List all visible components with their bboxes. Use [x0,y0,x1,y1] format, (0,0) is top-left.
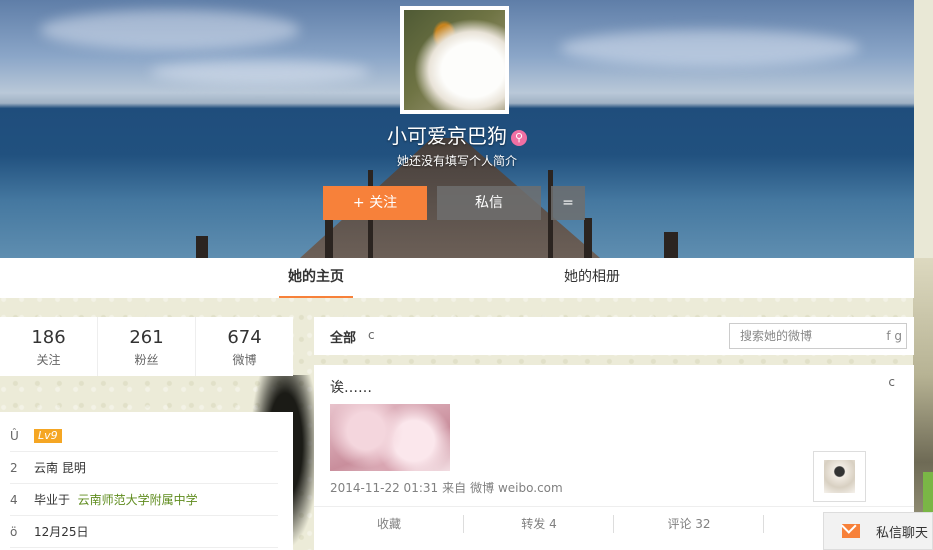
info-row-birthday: ö 12月25日 [10,516,278,548]
post-timestamp[interactable]: 2014-11-22 01:31 [330,481,438,495]
school-link[interactable]: 云南师范大学附属中学 [78,485,198,515]
post-source-prefix: 来自 [442,481,467,495]
filter-dropdown-icon[interactable]: c [368,328,375,342]
message-button[interactable]: 私信 [437,186,541,220]
side-tab[interactable] [923,472,933,512]
info-row-level: Û Lv9 [10,420,278,452]
repost-button[interactable]: 转发 4 [464,507,614,540]
filter-all[interactable]: 全部 [330,327,356,346]
education-prefix: 毕业于 [34,492,71,507]
favorite-button[interactable]: 收藏 [314,507,464,540]
cloud [560,30,860,66]
pier-post [325,218,333,258]
profile-info-card: Û Lv9 2 云南 昆明 4 毕业于 云南师范大学附属中学 ö 12月25日 [0,412,293,550]
follow-button[interactable]: + 关注 [323,186,427,220]
avatar[interactable] [400,6,509,114]
stat-value: 674 [227,327,262,348]
feed-filter-bar: 全部 c 搜索她的微博 f g [314,317,914,355]
birthday-icon: ö [10,524,18,539]
cloud [40,10,300,50]
location-text: 云南 昆明 [34,460,86,475]
avatar-image [404,10,505,110]
search-input[interactable]: 搜索她的微博 f g [729,323,907,349]
info-row-location: 2 云南 昆明 [10,452,278,484]
post-menu-icon[interactable]: c [888,375,895,389]
cloud [150,60,370,84]
stat-label: 微博 [232,353,257,367]
more-menu-button[interactable]: = [551,186,585,220]
location-icon: 2 [10,460,18,475]
post-source[interactable]: 微博 weibo.com [470,481,563,495]
info-row-education: 4 毕业于 云南师范大学附属中学 [10,484,278,516]
profile-tabs: 她的主页 她的相册 [0,258,914,298]
nickname-text: 小可爱京巴狗 [387,124,507,148]
tab-home[interactable]: 她的主页 [279,258,353,298]
female-icon: ⚲ [511,129,527,146]
chat-contact-avatar[interactable] [813,451,866,502]
profile-intro: 她还没有填写个人简介 [396,154,517,168]
education-icon: 4 [10,492,18,507]
birthday-text: 12月25日 [34,524,89,539]
search-icon[interactable]: f g [886,324,902,348]
level-badge[interactable]: Lv9 [34,428,62,443]
private-chat-bar[interactable]: 私信聊天 [823,512,933,550]
stat-label: 粉丝 [134,353,159,367]
post-photo[interactable] [330,404,450,471]
search-placeholder: 搜索她的微博 [740,329,813,343]
mail-icon [842,524,860,538]
tab-album[interactable]: 她的相册 [555,258,629,298]
stat-value: 186 [31,327,66,348]
post-meta: 2014-11-22 01:31 来自 微博 weibo.com [330,479,567,496]
chat-label: 私信聊天 [876,525,929,541]
comment-button[interactable]: 评论 32 [614,507,764,540]
pier-post [584,218,592,258]
level-icon: Û [10,428,19,443]
pier-post [196,236,208,258]
profile-stats: 186 关注 261 粉丝 674 微博 [0,317,293,376]
profile-nickname: 小可爱京巴狗 ⚲ [0,120,914,149]
contact-avatar-image [824,460,855,493]
post-text: 诶…… [330,380,372,396]
stat-following[interactable]: 186 关注 [0,317,98,376]
profile-cover: 小可爱京巴狗 ⚲ 她还没有填写个人简介 + 关注 私信 = [0,0,914,258]
stat-value: 261 [129,327,164,348]
stat-followers[interactable]: 261 粉丝 [98,317,196,376]
stat-posts[interactable]: 674 微博 [196,317,293,376]
stat-label: 关注 [36,353,61,367]
pier-post [664,232,678,258]
